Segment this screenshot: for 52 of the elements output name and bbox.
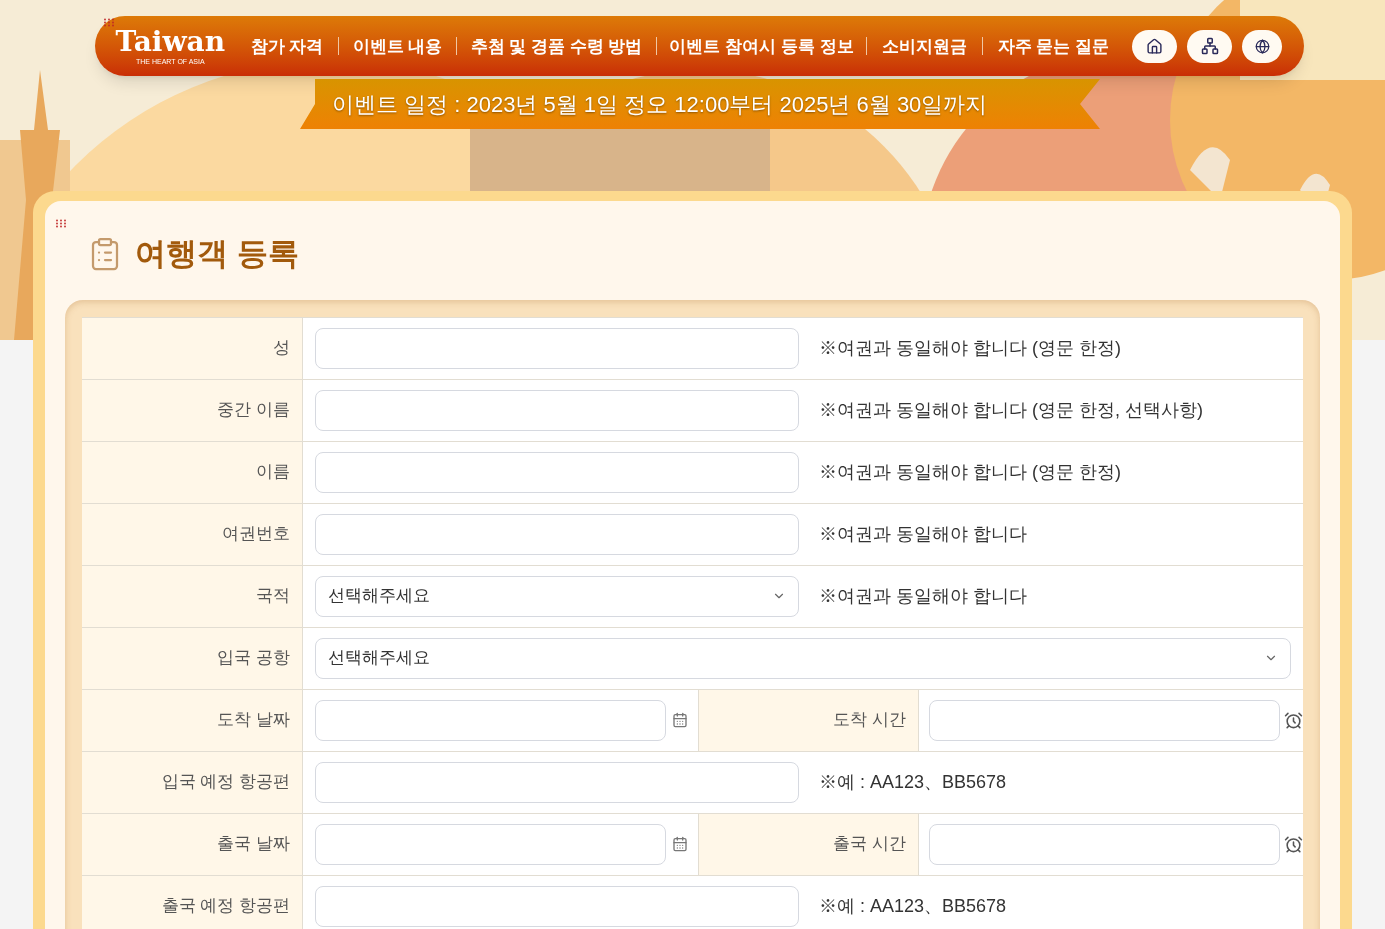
sitemap-button[interactable] bbox=[1187, 29, 1232, 63]
sitemap-icon bbox=[1200, 37, 1219, 55]
nav-link[interactable]: 이벤트 내용 bbox=[339, 33, 456, 59]
field-label: 성 bbox=[82, 317, 303, 379]
home-icon bbox=[1146, 37, 1163, 55]
globe-icon bbox=[1254, 38, 1270, 54]
time-field[interactable] bbox=[929, 699, 1280, 741]
field-label: 출국 예정 항공편 bbox=[82, 875, 303, 929]
date-field[interactable] bbox=[315, 699, 666, 741]
field-note: ※여권과 동일해야 합니다 (영문 한정, 선택사항) bbox=[819, 398, 1203, 422]
nav-link[interactable]: 추첨 및 경품 수령 방법 bbox=[456, 33, 657, 59]
date-field[interactable] bbox=[315, 823, 666, 865]
event-banner: 이벤트 일정 : 2023년 5월 1일 정오 12:00부터 2025년 6월 30일까지 bbox=[300, 79, 1100, 129]
nav-link[interactable]: 참가 자격 bbox=[235, 33, 339, 59]
home-button[interactable] bbox=[1132, 29, 1177, 63]
field-note: ※여권과 동일해야 합니다 bbox=[819, 584, 1027, 608]
field-note: ※여권과 동일해야 합니다 (영문 한정) bbox=[819, 460, 1121, 484]
alarm-clock-icon bbox=[1284, 710, 1303, 730]
field-label: 출국 날짜 bbox=[82, 813, 303, 875]
field-label: 입국 예정 항공편 bbox=[82, 751, 303, 813]
nav-link[interactable]: 이벤트 참여시 등록 정보 bbox=[657, 33, 866, 59]
field-label: 출국 시간 bbox=[699, 813, 919, 875]
input-field[interactable] bbox=[315, 451, 799, 493]
field-label: 도착 시간 bbox=[699, 689, 919, 751]
time-field[interactable] bbox=[929, 823, 1280, 865]
dots-icon bbox=[103, 17, 115, 27]
input-field[interactable] bbox=[315, 389, 799, 431]
input-field[interactable] bbox=[315, 885, 799, 927]
language-button[interactable] bbox=[1242, 29, 1282, 63]
field-label: 여권번호 bbox=[82, 503, 303, 565]
field-note: ※예 : AA123、BB5678 bbox=[819, 770, 1007, 794]
field-note: ※여권과 동일해야 합니다 bbox=[819, 522, 1027, 546]
dots-icon bbox=[55, 219, 67, 228]
input-field[interactable] bbox=[315, 513, 799, 555]
logo-title: Taiwan bbox=[115, 27, 226, 56]
calendar-icon bbox=[672, 836, 688, 852]
nav-link[interactable]: 소비지원금 bbox=[866, 33, 982, 59]
input-field[interactable] bbox=[315, 761, 799, 803]
alarm-clock-icon bbox=[1284, 834, 1303, 854]
calendar-icon bbox=[672, 712, 688, 728]
input-field[interactable] bbox=[315, 327, 799, 369]
field-note: ※예 : AA123、BB5678 bbox=[819, 894, 1007, 918]
field-label: 중간 이름 bbox=[82, 379, 303, 441]
select-field[interactable]: 선택해주세요 bbox=[315, 575, 799, 617]
field-label: 입국 공항 bbox=[82, 627, 303, 689]
field-label: 이름 bbox=[82, 441, 303, 503]
field-note: ※여권과 동일해야 합니다 (영문 한정) bbox=[819, 336, 1121, 360]
field-label: 도착 날짜 bbox=[82, 689, 303, 751]
form-title: 여행객 등록 bbox=[135, 235, 299, 273]
nav-link[interactable]: 자주 묻는 질문 bbox=[982, 33, 1124, 59]
field-label: 국적 bbox=[82, 565, 303, 627]
select-field[interactable]: 선택해주세요 bbox=[315, 637, 1291, 679]
